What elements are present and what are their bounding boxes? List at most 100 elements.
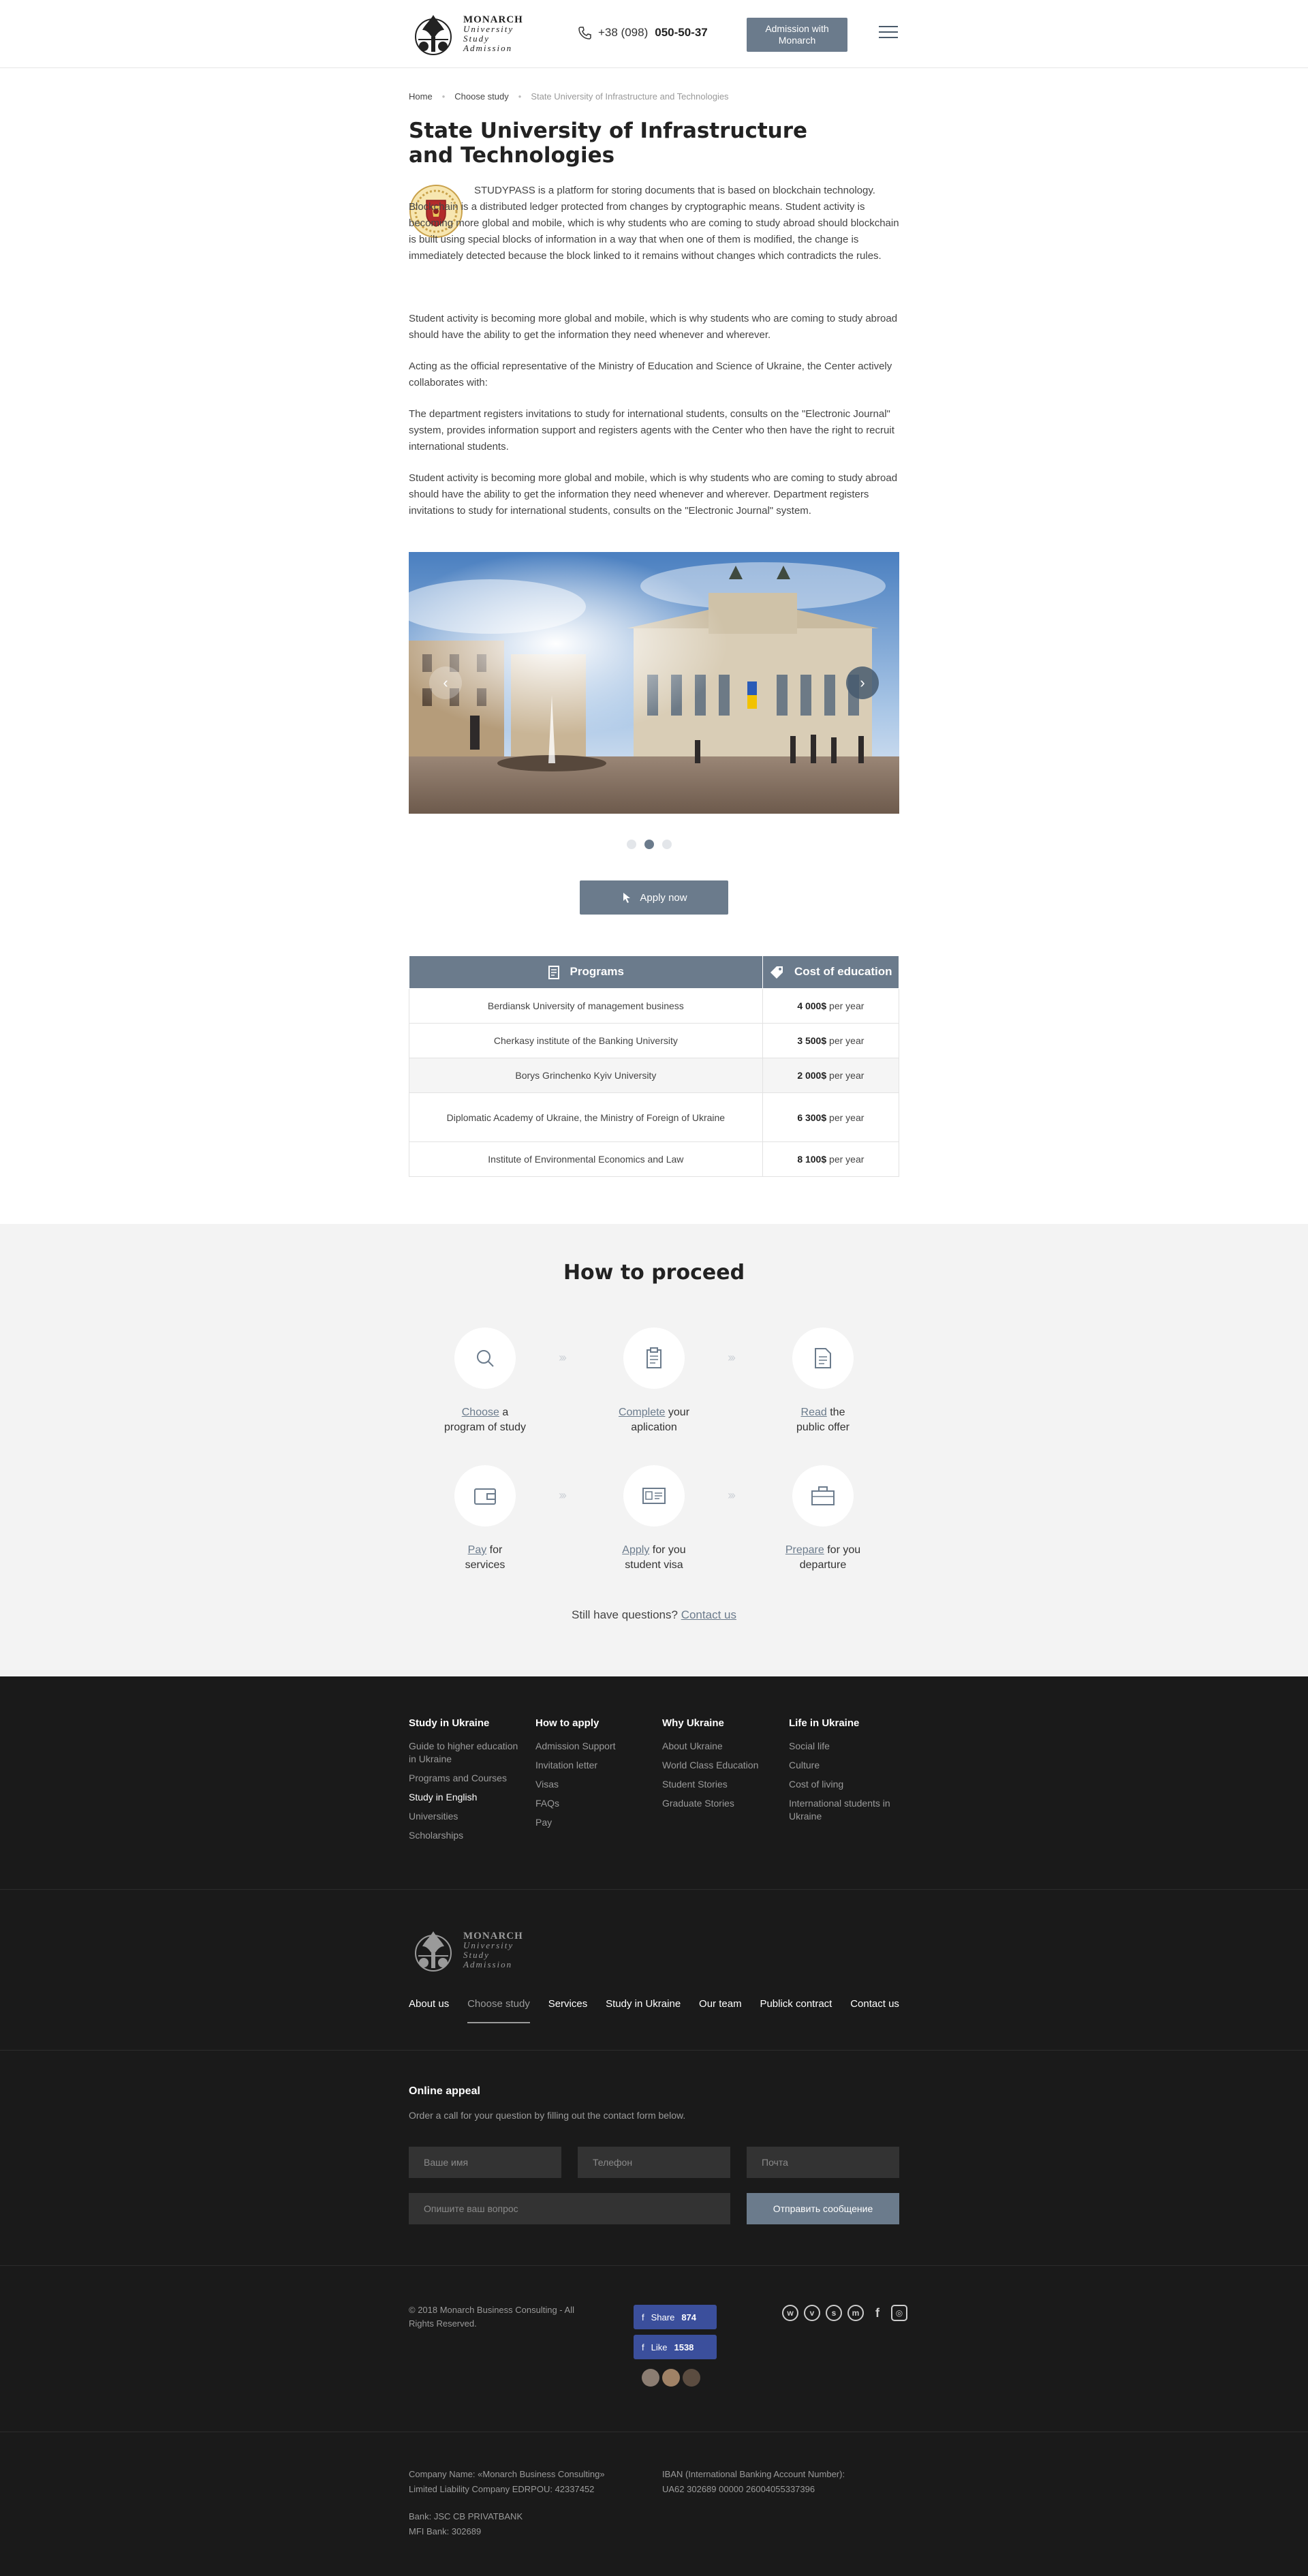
facebook-like-button[interactable]: f Like 1538 — [634, 2335, 717, 2359]
step-complete: Complete your aplication — [596, 1328, 712, 1435]
still-questions: Still have questions? Contact us — [0, 1608, 1308, 1622]
footer-link[interactable]: Graduate Stories — [662, 1797, 778, 1810]
footer-link[interactable]: Universities — [409, 1810, 525, 1823]
apply-now-button[interactable]: Apply now — [580, 880, 728, 915]
table-row[interactable]: Institute of Environmental Economics and… — [409, 1141, 900, 1177]
step-text: Prepare for you departure — [765, 1543, 881, 1573]
breadcrumb-home[interactable]: Home — [409, 91, 433, 102]
step-text-line2: program of study — [443, 1422, 527, 1433]
question-field[interactable] — [409, 2193, 730, 2224]
slider-dot-active[interactable] — [644, 840, 654, 849]
footer-link[interactable]: Visas — [535, 1778, 651, 1791]
step-text-rest: for you — [827, 1544, 861, 1556]
footer-link[interactable]: Student Stories — [662, 1778, 778, 1791]
contact-us-link[interactable]: Contact us — [681, 1608, 736, 1621]
slider-prev-icon[interactable]: ‹ — [429, 666, 462, 699]
col-header-programs: Programs — [409, 955, 763, 989]
footer-nav: About us Choose study Services Study in … — [409, 1998, 899, 2023]
step-link[interactable]: Pay — [468, 1544, 487, 1556]
instagram-icon[interactable]: ◎ — [891, 2305, 907, 2321]
header-phone[interactable]: +38 (098) 050-50-37 — [578, 26, 708, 40]
like-count: 1538 — [674, 2342, 694, 2352]
breadcrumb-choose-study[interactable]: Choose study — [454, 91, 509, 102]
footer-link[interactable]: Culture — [789, 1759, 905, 1772]
per-year-label: per year — [829, 1070, 865, 1081]
footer-link-active[interactable]: Study in English — [409, 1791, 525, 1804]
email-field[interactable] — [747, 2147, 899, 2178]
col-header-programs-label: Programs — [570, 965, 624, 979]
social-links: w v s m f ◎ — [782, 2305, 907, 2321]
skype-icon[interactable]: s — [826, 2305, 842, 2321]
facebook-share-button[interactable]: f Share 874 — [634, 2305, 717, 2329]
step-link[interactable]: Complete — [619, 1407, 665, 1418]
per-year-label: per year — [829, 1000, 865, 1011]
step-text-line2: services — [465, 1559, 505, 1571]
footer-logo[interactable]: MONARCH University Study Admission — [409, 1926, 523, 1975]
messenger-icon[interactable]: m — [847, 2305, 864, 2321]
footer-nav-public-contract[interactable]: Publick contract — [760, 1998, 832, 2023]
step-text-line2: departure — [799, 1559, 847, 1571]
footer-nav-our-team[interactable]: Our team — [699, 1998, 742, 2023]
admission-button[interactable]: Admission with Monarch — [747, 18, 847, 52]
book-icon — [548, 965, 559, 979]
footer-link[interactable]: FAQs — [535, 1797, 651, 1810]
footer-link[interactable]: About Ukraine — [662, 1740, 778, 1753]
company-line: Limited Liability Company EDRPOU: 423374… — [409, 2484, 595, 2494]
footer-nav-choose-study[interactable]: Choose study — [467, 1998, 530, 2023]
cost-value: 4 000$ — [797, 1000, 827, 1011]
breadcrumb: Home • Choose study • State University o… — [409, 91, 729, 102]
step-link[interactable]: Prepare — [785, 1544, 824, 1556]
whatsapp-icon[interactable]: w — [782, 2305, 798, 2321]
site-logo[interactable]: MONARCH University Study Admission — [409, 10, 531, 59]
footer-nav-about[interactable]: About us — [409, 1998, 449, 2023]
footer-link[interactable]: Cost of living — [789, 1778, 905, 1791]
footer-link[interactable]: Admission Support — [535, 1740, 651, 1753]
like-label: Like — [651, 2342, 668, 2352]
body-paragraph: Student activity is becoming more global… — [409, 313, 898, 341]
questions-text: Still have questions? — [572, 1608, 678, 1621]
facebook-icon[interactable]: f — [869, 2305, 886, 2321]
step-link[interactable]: Choose — [462, 1407, 499, 1418]
step-circle — [792, 1328, 854, 1389]
footer-link[interactable]: Programs and Courses — [409, 1772, 525, 1785]
image-slider[interactable]: ‹ › — [409, 552, 899, 814]
menu-icon[interactable] — [879, 22, 898, 44]
footer-link[interactable]: Pay — [535, 1816, 651, 1829]
slider-next-icon[interactable]: › — [846, 666, 879, 699]
footer-link[interactable]: Social life — [789, 1740, 905, 1753]
step-text-rest: the — [830, 1407, 845, 1418]
phone-prefix: +38 (098) — [598, 26, 649, 39]
step-text: Choose a program of study — [427, 1405, 543, 1435]
name-field[interactable] — [409, 2147, 561, 2178]
logo-wordmark: MONARCH University Study Admission — [463, 1931, 523, 1969]
cursor-click-icon — [623, 893, 631, 903]
step-prepare: Prepare for you departure — [765, 1465, 881, 1573]
footer-link[interactable]: Invitation letter — [535, 1759, 651, 1772]
footer-link[interactable]: World Class Education — [662, 1759, 778, 1772]
step-arrows-icon: ››› — [559, 1488, 567, 1502]
step-read: Read the public offer — [765, 1328, 881, 1435]
step-link[interactable]: Apply — [622, 1544, 649, 1556]
slider-dot[interactable] — [662, 840, 672, 849]
iban-info: IBAN (International Banking Account Numb… — [662, 2467, 845, 2497]
iban-line: IBAN (International Banking Account Numb… — [662, 2469, 845, 2479]
send-message-button[interactable]: Отправить сообщение — [747, 2193, 899, 2224]
footer-nav-contact[interactable]: Contact us — [850, 1998, 899, 2023]
phone-field[interactable] — [578, 2147, 730, 2178]
footer-link[interactable]: Guide to higher education in Ukraine — [409, 1740, 525, 1766]
appeal-subtitle: Order a call for your question by fillin… — [409, 2110, 686, 2121]
footer-nav-study-in-ukraine[interactable]: Study in Ukraine — [606, 1998, 681, 2023]
footer-divider — [0, 2050, 1308, 2051]
facebook-icon: f — [642, 2342, 644, 2352]
footer-nav-services[interactable]: Services — [548, 1998, 588, 2023]
table-row[interactable]: Diplomatic Academy of Ukraine, the Minis… — [409, 1092, 900, 1142]
table-row[interactable]: Cherkasy institute of the Banking Univer… — [409, 1023, 900, 1058]
appeal-title: Online appeal — [409, 2085, 480, 2097]
footer-link[interactable]: Scholarships — [409, 1829, 525, 1842]
slider-dot[interactable] — [627, 840, 636, 849]
step-link[interactable]: Read — [801, 1407, 827, 1418]
viber-icon[interactable]: v — [804, 2305, 820, 2321]
table-row[interactable]: Borys Grinchenko Kyiv University 2 000$ … — [409, 1058, 900, 1093]
footer-link[interactable]: International students in Ukraine — [789, 1797, 905, 1823]
table-row[interactable]: Berdiansk University of management busin… — [409, 988, 900, 1024]
